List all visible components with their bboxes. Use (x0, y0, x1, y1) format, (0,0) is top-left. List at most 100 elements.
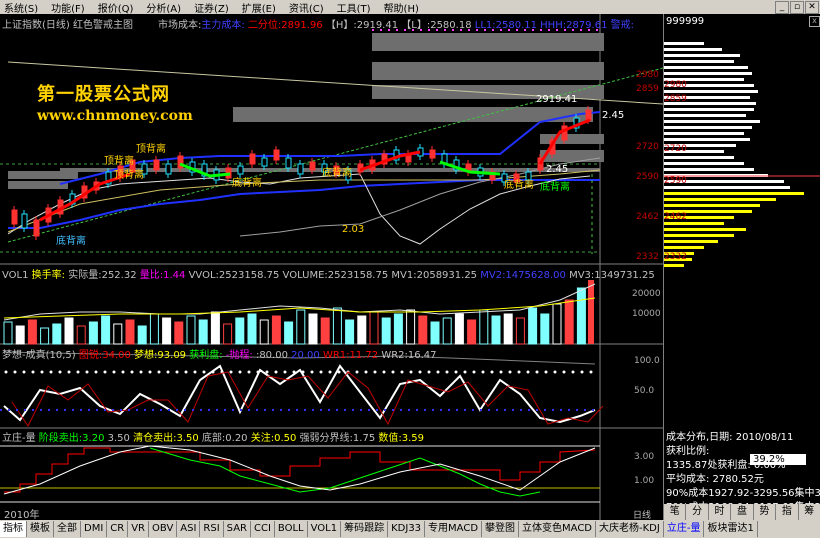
candle-body (585, 109, 592, 121)
right-tab-0[interactable]: 笔 (664, 504, 687, 520)
candle-body (165, 163, 172, 175)
chart-label-6: 底背离 (540, 180, 570, 193)
volume-bar (467, 319, 477, 345)
indicator-tab-5[interactable]: VR (128, 521, 150, 537)
right-tab-1[interactable]: 分 (686, 504, 709, 520)
dream-dot (580, 370, 584, 374)
indicator-tab-19[interactable]: 立庄-量 (664, 521, 705, 537)
volume-bar (137, 325, 147, 345)
dream-dot (49, 370, 53, 374)
volume-bar (552, 303, 562, 345)
chip-bar (664, 222, 724, 225)
dream-dot (553, 370, 557, 374)
price-tick: 2720 (636, 142, 659, 152)
dream-legend-item-7: WR1:11.72 (322, 350, 382, 361)
close-panel-icon[interactable]: x (809, 16, 820, 27)
chip-bar (664, 162, 744, 165)
volume-bar (3, 321, 13, 345)
volume-bar (15, 325, 25, 345)
dream-dot (409, 370, 413, 374)
chart-label-8: 2.03 (342, 224, 364, 235)
indicator-tab-1[interactable]: 模板 (27, 521, 54, 537)
high-price-label: 2919.41 (536, 94, 578, 105)
volume-bar (430, 321, 440, 345)
profit-ratio-value: 39.2% (750, 454, 806, 465)
volume-bar (357, 315, 367, 345)
right-tab-5[interactable]: 指 (776, 504, 799, 520)
right-tab-6[interactable]: 筹 (799, 504, 820, 520)
menu-item-1[interactable]: 功能(F) (47, 0, 94, 15)
lichang-green-steps (149, 447, 541, 497)
volume-bar (491, 315, 501, 345)
indicator-tab-2[interactable]: 全部 (54, 521, 81, 537)
restore-button[interactable]: ▫ (790, 1, 804, 14)
vol-scale-top: 20000 (632, 289, 661, 299)
dream-dot (94, 370, 98, 374)
dream-dot (454, 370, 458, 374)
dream-dot (400, 370, 404, 374)
candle-body (429, 149, 436, 159)
right-tab-3[interactable]: 盘 (731, 504, 754, 520)
indicator-tab-20[interactable]: 板块雷达1 (704, 521, 758, 537)
indicator-tab-6[interactable]: OBV (149, 521, 178, 537)
chip-bar (664, 168, 754, 171)
vol-panel-legend: VOL1 换手率: 实际量:252.32 量比:1.44 VVOL:252315… (2, 266, 655, 281)
dream-dot (40, 370, 44, 374)
right-tab-2[interactable]: 时 (709, 504, 732, 520)
indicator-tab-13[interactable]: 筹码跟踪 (341, 521, 389, 537)
menu-item-3[interactable]: 分析(A) (142, 0, 190, 15)
chip-bar (664, 228, 746, 231)
indicator-tab-9[interactable]: SAR (224, 521, 251, 537)
chip-info-line-4: 90%成本1927.92-3295.56集中39.3 (666, 488, 820, 499)
candle-body (273, 149, 280, 161)
chip-price-tick: 2332 (664, 252, 687, 262)
dream-legend-item-6: 20.00 (291, 350, 323, 361)
wr-line-white (3, 364, 596, 424)
volume-bar (52, 323, 62, 345)
indicator-tab-10[interactable]: CCI (251, 521, 275, 537)
menu-item-8[interactable]: 帮助(H) (380, 0, 428, 15)
volume-bar (125, 319, 135, 345)
chip-bar (664, 120, 760, 123)
menu-item-0[interactable]: 系统(S) (0, 0, 47, 15)
volume-bar (345, 319, 355, 345)
vol-legend-item-4: VVOL:2523158.75 (188, 270, 283, 281)
indicator-tab-8[interactable]: RSI (200, 521, 224, 537)
candle-body (261, 157, 268, 167)
dream-dot (103, 370, 107, 374)
indicator-tab-17[interactable]: 立体变色MACD (519, 521, 597, 537)
indicator-tab-0[interactable]: 指标 (0, 521, 27, 537)
indicator-tab-16[interactable]: 攀登图 (482, 521, 520, 537)
menu-bar: 系统(S) 功能(F) 报价(Q) 分析(A) 证券(Z) 扩展(E) 资讯(C) 工具(T)… (0, 0, 820, 15)
minimize-button[interactable]: _ (775, 1, 789, 14)
candle-body (249, 153, 256, 165)
indicator-tab-11[interactable]: BOLL (275, 521, 308, 537)
volume-bar (479, 309, 489, 345)
vol-legend-item-5: VOLUME:2523158.75 (282, 270, 392, 281)
lichang-legend-item-4: 底部:0.20 (201, 433, 251, 444)
wr-line-red (11, 371, 604, 427)
menu-item-2[interactable]: 报价(Q) (94, 0, 143, 15)
menu-item-4[interactable]: 证券(Z) (190, 0, 238, 15)
chart-label-4: 底背离 (322, 166, 352, 179)
menu-item-6[interactable]: 资讯(C) (285, 0, 333, 15)
close-button[interactable]: ✕ (805, 1, 819, 14)
indicator-tab-15[interactable]: 专用MACD (425, 521, 483, 537)
right-tab-4[interactable]: 势 (754, 504, 777, 520)
chip-bar (664, 240, 718, 243)
indicator-tab-3[interactable]: DMI (81, 521, 108, 537)
dream-dot (247, 370, 251, 374)
dream-panel-legend: 梦想-成真(10,5) 图锐:34.00 梦想:93.09 获利盘: -抛程: … (2, 346, 437, 361)
indicator-tab-18[interactable]: 大庆老杨-KDJ (596, 521, 664, 537)
chip-bar (664, 72, 752, 75)
chip-bar (664, 42, 704, 45)
indicator-tab-4[interactable]: CR (107, 521, 129, 537)
vol-legend-item-7: MV2:1475628.00 (480, 270, 570, 281)
indicator-tab-14[interactable]: KDJ33 (388, 521, 426, 537)
menu-item-7[interactable]: 工具(T) (333, 0, 380, 15)
lichang-legend-item-3: 清仓卖出:3.50 (133, 433, 202, 444)
indicator-tab-7[interactable]: ASI (177, 521, 201, 537)
volume-bar (174, 321, 184, 345)
menu-item-5[interactable]: 扩展(E) (238, 0, 285, 15)
indicator-tab-12[interactable]: VOL1 (308, 521, 342, 537)
